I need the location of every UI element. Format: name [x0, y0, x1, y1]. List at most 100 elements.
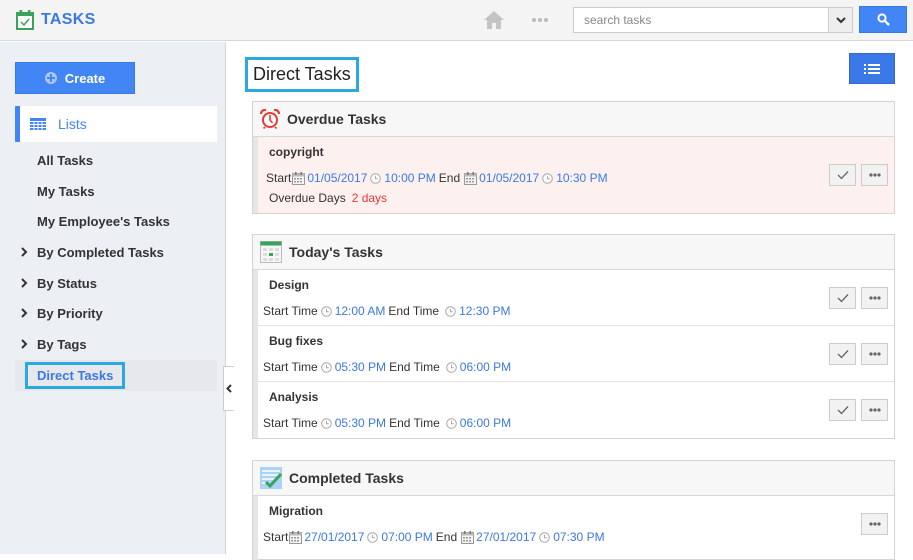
home-icon[interactable] — [483, 9, 505, 31]
sidebar-item-by-completed-tasks[interactable]: By Completed Tasks — [0, 237, 226, 268]
start-date: 27/01/2017 — [304, 530, 365, 544]
calendar-icon — [464, 172, 477, 185]
overdue-info: Overdue Days 2 days — [269, 191, 388, 205]
start-time: 05:30 PM — [334, 416, 387, 430]
more-dots-icon[interactable] — [532, 18, 548, 22]
more-dots-icon — [869, 352, 881, 356]
check-icon — [837, 170, 849, 180]
task-schedule: Start 27/01/2017 07:00 PM End 27/01/2017… — [263, 530, 605, 544]
lists-label: Lists — [58, 116, 87, 132]
panel-header: Overdue Tasks — [253, 102, 894, 137]
search-filter-dropdown[interactable] — [828, 8, 852, 32]
list-icon — [864, 63, 880, 74]
check-icon — [837, 293, 849, 303]
task-row[interactable]: Design Start Time 12:00 AM End Time 12:3… — [253, 270, 894, 326]
grid-list-icon — [30, 118, 46, 130]
task-name: Analysis — [269, 390, 319, 404]
complete-task-button[interactable] — [829, 287, 856, 309]
check-icon — [837, 349, 849, 359]
task-name: Design — [269, 278, 310, 292]
task-row[interactable]: Bug fixes Start Time 05:30 PM End Time 0… — [253, 326, 894, 382]
completed-tasks-panel: Completed Tasks Migration Start 27/01/20… — [252, 460, 895, 560]
clock-icon — [321, 306, 332, 317]
complete-task-button[interactable] — [829, 164, 856, 186]
alarm-clock-icon — [260, 109, 280, 129]
more-dots-icon — [869, 296, 881, 300]
sidebar-item-by-tags[interactable]: By Tags — [0, 329, 226, 360]
more-dots-icon — [869, 522, 881, 526]
task-row[interactable]: Analysis Start Time 05:30 PM End Time 06… — [253, 382, 894, 438]
main-content: Direct Tasks Overdue Tasks copyright Sta… — [227, 42, 913, 560]
clock-icon — [539, 532, 550, 543]
start-time: 07:00 PM — [381, 530, 433, 544]
complete-task-button[interactable] — [829, 343, 856, 365]
calendar-today-icon — [260, 241, 282, 263]
chevron-right-icon — [21, 247, 28, 257]
end-date: 27/01/2017 — [476, 530, 537, 544]
sidebar-item-all-tasks[interactable]: All Tasks — [0, 145, 226, 176]
end-date: 01/05/2017 — [479, 171, 540, 185]
clock-icon — [446, 362, 457, 373]
create-button[interactable]: Create — [15, 62, 135, 94]
more-actions-button[interactable] — [861, 164, 888, 186]
lists-header[interactable]: Lists — [15, 106, 217, 142]
chevron-right-icon — [21, 339, 28, 349]
calendar-icon — [461, 531, 474, 544]
overdue-tasks-panel: Overdue Tasks copyright Start 01/05/2017… — [252, 101, 895, 214]
sidebar-nav: All Tasks My Tasks My Employee's Tasks B… — [0, 145, 226, 391]
completed-checklist-icon — [260, 467, 282, 489]
end-time: 12:30 PM — [459, 304, 511, 318]
start-time: 12:00 AM — [334, 304, 386, 318]
search-icon — [876, 13, 890, 26]
task-schedule: Start Time 05:30 PM End Time 06:00 PM — [263, 360, 512, 374]
clock-icon — [446, 418, 457, 429]
panel-title: Completed Tasks — [289, 470, 404, 486]
app-brand[interactable]: TASKS — [16, 10, 96, 30]
task-name: Bug fixes — [269, 334, 324, 348]
task-schedule: Start Time 05:30 PM End Time 06:00 PM — [263, 416, 512, 430]
end-time: 06:00 PM — [459, 360, 512, 374]
task-row[interactable]: copyright Start 01/05/2017 10:00 PM End … — [253, 137, 894, 213]
clock-icon — [445, 306, 456, 317]
sidebar-item-by-priority[interactable]: By Priority — [0, 298, 226, 329]
sidebar-collapse-toggle[interactable] — [223, 366, 234, 411]
sidebar-item-my-tasks[interactable]: My Tasks — [0, 176, 226, 207]
end-time: 10:30 PM — [556, 171, 608, 185]
sidebar-item-by-status[interactable]: By Status — [0, 268, 226, 299]
chevron-right-icon — [21, 308, 28, 319]
task-name: Migration — [269, 504, 323, 518]
panel-title: Today's Tasks — [289, 244, 383, 260]
more-actions-button[interactable] — [861, 343, 888, 365]
search-input[interactable] — [574, 8, 829, 32]
more-dots-icon — [869, 173, 881, 177]
search-button[interactable] — [859, 6, 907, 33]
more-actions-button[interactable] — [861, 399, 888, 421]
clock-icon — [370, 173, 381, 184]
task-schedule: Start 01/05/2017 10:00 PM End 01/05/2017… — [266, 171, 608, 185]
more-dots-icon — [869, 408, 881, 412]
panel-header: Today's Tasks — [253, 235, 894, 270]
task-row[interactable]: Migration Start 27/01/2017 07:00 PM End … — [253, 496, 894, 560]
panel-header: Completed Tasks — [253, 461, 894, 496]
task-schedule: Start Time 12:00 AM End Time 12:30 PM — [263, 304, 511, 318]
todays-tasks-panel: Today's Tasks Design Start Time 12:00 AM… — [252, 234, 895, 439]
calendar-icon — [289, 531, 302, 544]
list-view-button[interactable] — [849, 53, 895, 84]
chevron-left-icon — [226, 384, 232, 393]
more-actions-button[interactable] — [861, 287, 888, 309]
clock-icon — [321, 418, 332, 429]
sidebar-item-my-employees-tasks[interactable]: My Employee's Tasks — [0, 206, 226, 237]
more-actions-button[interactable] — [861, 513, 888, 535]
end-time: 06:00 PM — [459, 416, 512, 430]
chevron-down-icon — [835, 16, 846, 23]
task-name: copyright — [269, 145, 324, 159]
start-time: 05:30 PM — [334, 360, 387, 374]
check-icon — [837, 405, 849, 415]
search-box — [573, 7, 853, 33]
complete-task-button[interactable] — [829, 399, 856, 421]
sidebar-item-direct-tasks[interactable]: Direct Tasks — [15, 359, 217, 391]
page-title: Direct Tasks — [245, 57, 359, 92]
overdue-days: 2 days — [351, 191, 388, 205]
create-label: Create — [64, 70, 106, 86]
tasks-calendar-logo-icon — [16, 10, 34, 30]
